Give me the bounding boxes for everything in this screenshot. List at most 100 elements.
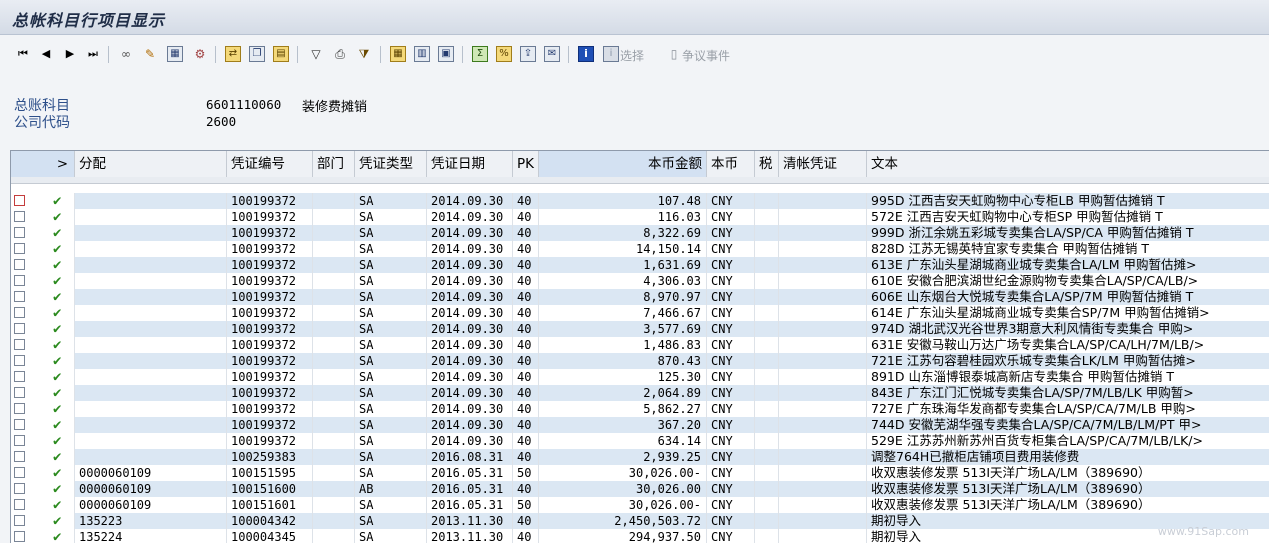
export-icon[interactable]: ⇪ bbox=[520, 46, 536, 62]
sum-icon[interactable]: Σ bbox=[472, 46, 488, 62]
column-header-text[interactable]: 文本 bbox=[867, 151, 1269, 177]
table-row[interactable]: ✔ 135223 100004342 SA 2013.11.30 40 2,450,503.… bbox=[11, 513, 1269, 529]
cell-assignment[interactable]: 135224 bbox=[75, 529, 227, 543]
table-row[interactable]: ✔ 100199372 SA 2014.09.30 40 4,306.03 CNY 610E … bbox=[11, 273, 1269, 289]
cell-doc-type[interactable]: SA bbox=[355, 289, 427, 305]
cell-currency[interactable]: CNY bbox=[707, 449, 755, 465]
cell-doc-type[interactable]: SA bbox=[355, 337, 427, 353]
cell-assignment[interactable]: 0000060109 bbox=[75, 497, 227, 513]
cell-amount[interactable]: 294,937.50 bbox=[539, 529, 707, 543]
cell-amount[interactable]: 4,306.03 bbox=[539, 273, 707, 289]
copy-icon[interactable]: ❐ bbox=[249, 46, 265, 62]
cell-currency[interactable]: CNY bbox=[707, 353, 755, 369]
cell-pk[interactable]: 50 bbox=[513, 497, 539, 513]
cell-text[interactable]: 收双惠装修发票 513I天洋广场LA/LM（389690） bbox=[867, 465, 1269, 481]
cell-tax[interactable] bbox=[755, 369, 779, 385]
cell-pk[interactable]: 40 bbox=[513, 305, 539, 321]
cell-pk[interactable]: 40 bbox=[513, 369, 539, 385]
grid-settings-icon[interactable]: ▦ bbox=[167, 46, 183, 62]
table-row[interactable]: ✔ 100199372 SA 2014.09.30 40 14,150.14 CNY 828D… bbox=[11, 241, 1269, 257]
cell-assignment[interactable]: 0000060109 bbox=[75, 465, 227, 481]
cell-doc-date[interactable]: 2014.09.30 bbox=[427, 305, 513, 321]
column-header-select[interactable]: > bbox=[11, 151, 75, 177]
previous-page-icon[interactable]: ◀ bbox=[38, 46, 54, 62]
document-link-icon[interactable]: ⇄ bbox=[225, 46, 241, 62]
column-header-tax[interactable]: 税 bbox=[755, 151, 779, 177]
cell-clearing[interactable] bbox=[779, 305, 867, 321]
cell-tax[interactable] bbox=[755, 225, 779, 241]
cell-clearing[interactable] bbox=[779, 401, 867, 417]
cell-tax[interactable] bbox=[755, 337, 779, 353]
cell-currency[interactable]: CNY bbox=[707, 385, 755, 401]
table-layout-icon[interactable]: ▦ bbox=[390, 46, 406, 62]
cell-amount[interactable]: 870.43 bbox=[539, 353, 707, 369]
cell-clearing[interactable] bbox=[779, 337, 867, 353]
cell-tax[interactable] bbox=[755, 433, 779, 449]
cell-pk[interactable]: 40 bbox=[513, 417, 539, 433]
cell-assignment[interactable] bbox=[75, 433, 227, 449]
cell-doc-type[interactable]: SA bbox=[355, 529, 427, 543]
cell-doc-date[interactable]: 2014.09.30 bbox=[427, 433, 513, 449]
cell-doc-date[interactable]: 2014.09.30 bbox=[427, 241, 513, 257]
cell-amount[interactable]: 8,322.69 bbox=[539, 225, 707, 241]
cell-pk[interactable]: 50 bbox=[513, 465, 539, 481]
row-checkbox[interactable] bbox=[14, 451, 25, 462]
select-label[interactable]: 选择 bbox=[620, 47, 644, 64]
cell-doc-no[interactable]: 100199372 bbox=[227, 417, 313, 433]
cell-text[interactable]: 843E 广东江门汇悦城专卖集合LA/SP/7M/LB/LK 甲购暂> bbox=[867, 385, 1269, 401]
cell-text[interactable]: 613E 广东汕头星湖城商业城专卖集合LA/LM 甲购暂估摊> bbox=[867, 257, 1269, 273]
cell-text[interactable]: 614E 广东汕头星湖城商业城专卖集合SP/7M 甲购暂估摊销> bbox=[867, 305, 1269, 321]
cell-doc-date[interactable]: 2014.09.30 bbox=[427, 417, 513, 433]
cell-doc-date[interactable]: 2014.09.30 bbox=[427, 353, 513, 369]
cell-doc-no[interactable]: 100199372 bbox=[227, 321, 313, 337]
row-checkbox[interactable] bbox=[14, 227, 25, 238]
table-row[interactable]: ✔ 100199372 SA 2014.09.30 40 125.30 CNY 891D 山东… bbox=[11, 369, 1269, 385]
cell-dept[interactable] bbox=[313, 305, 355, 321]
cell-dept[interactable] bbox=[313, 289, 355, 305]
table-row[interactable]: ✔ 100199372 SA 2014.09.30 40 1,486.83 CNY 631E … bbox=[11, 337, 1269, 353]
row-checkbox[interactable] bbox=[14, 307, 25, 318]
cell-doc-type[interactable]: SA bbox=[355, 209, 427, 225]
cell-assignment[interactable] bbox=[75, 241, 227, 257]
cell-text[interactable]: 606E 山东烟台大悦城专卖集合LA/SP/7M 甲购暂估摊销 T bbox=[867, 289, 1269, 305]
cell-currency[interactable]: CNY bbox=[707, 209, 755, 225]
cell-amount[interactable]: 367.20 bbox=[539, 417, 707, 433]
row-checkbox[interactable] bbox=[14, 483, 25, 494]
sort-filter-icon[interactable]: ⧩ bbox=[356, 46, 372, 62]
cell-amount[interactable]: 107.48 bbox=[539, 193, 707, 209]
column-header-clearing[interactable]: 清帐凭证 bbox=[779, 151, 867, 177]
cell-tax[interactable] bbox=[755, 241, 779, 257]
row-checkbox[interactable] bbox=[14, 435, 25, 446]
cell-doc-type[interactable]: SA bbox=[355, 385, 427, 401]
cell-dept[interactable] bbox=[313, 241, 355, 257]
cell-tax[interactable] bbox=[755, 513, 779, 529]
cell-currency[interactable]: CNY bbox=[707, 241, 755, 257]
cell-clearing[interactable] bbox=[779, 417, 867, 433]
cell-clearing[interactable] bbox=[779, 513, 867, 529]
cell-pk[interactable]: 40 bbox=[513, 289, 539, 305]
cell-doc-date[interactable]: 2014.09.30 bbox=[427, 337, 513, 353]
cell-dept[interactable] bbox=[313, 193, 355, 209]
cell-amount[interactable]: 3,577.69 bbox=[539, 321, 707, 337]
table-row[interactable]: ✔ 0000060109 100151595 SA 2016.05.31 50 30,026… bbox=[11, 465, 1269, 481]
cell-assignment[interactable] bbox=[75, 417, 227, 433]
table-row[interactable]: ✔ 100199372 SA 2014.09.30 40 7,466.67 CNY 614E … bbox=[11, 305, 1269, 321]
cell-text[interactable]: 891D 山东淄博银泰城高新店专卖集合 甲购暂估摊销 T bbox=[867, 369, 1269, 385]
table-row[interactable]: ✔ 0000060109 100151601 SA 2016.05.31 50 30,026… bbox=[11, 497, 1269, 513]
row-checkbox[interactable] bbox=[14, 355, 25, 366]
column-header-currency[interactable]: 本币 bbox=[707, 151, 755, 177]
cell-dept[interactable] bbox=[313, 513, 355, 529]
cell-doc-date[interactable]: 2014.09.30 bbox=[427, 273, 513, 289]
row-checkbox[interactable] bbox=[14, 243, 25, 254]
cell-dept[interactable] bbox=[313, 529, 355, 543]
cell-dept[interactable] bbox=[313, 401, 355, 417]
cell-amount[interactable]: 30,026.00- bbox=[539, 497, 707, 513]
cell-doc-no[interactable]: 100199372 bbox=[227, 225, 313, 241]
row-checkbox[interactable] bbox=[14, 259, 25, 270]
cell-dept[interactable] bbox=[313, 273, 355, 289]
cell-pk[interactable]: 40 bbox=[513, 257, 539, 273]
cell-pk[interactable]: 40 bbox=[513, 529, 539, 543]
cell-text[interactable]: 721E 江苏句容碧桂园欢乐城专卖集合LK/LM 甲购暂估摊> bbox=[867, 353, 1269, 369]
cell-pk[interactable]: 40 bbox=[513, 273, 539, 289]
cell-currency[interactable]: CNY bbox=[707, 369, 755, 385]
